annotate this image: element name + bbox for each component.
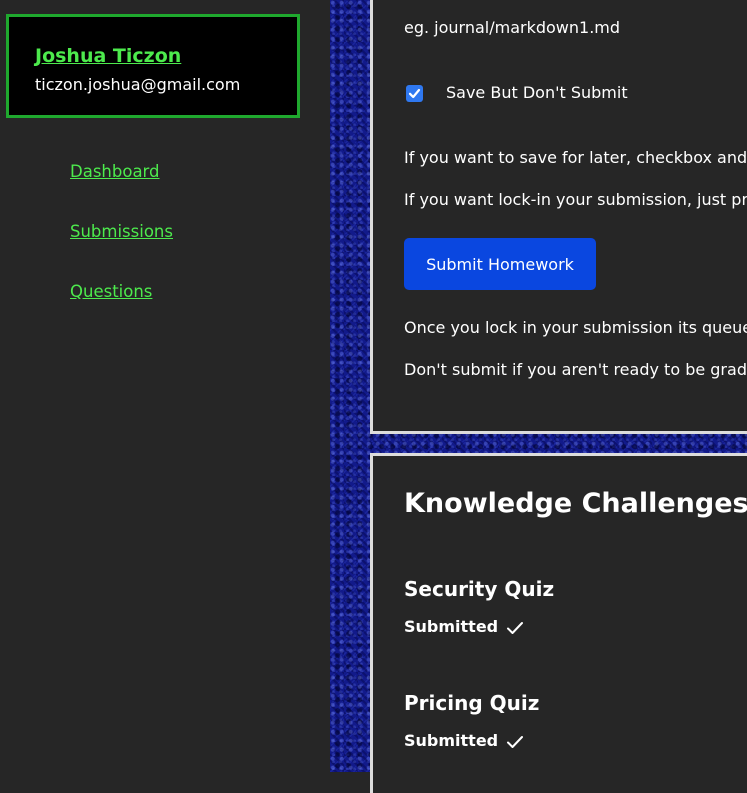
user-card: Joshua Ticzon ticzon.joshua@gmail.com	[6, 14, 300, 118]
info-queue-text: Once you lock in your submission its que…	[404, 318, 747, 337]
quiz-status-label: Submitted	[404, 617, 499, 636]
nav-item-submissions[interactable]: Submissions	[70, 222, 173, 241]
info-lock-text: If you want lock-in your submission, jus…	[404, 190, 747, 209]
submit-homework-button[interactable]: Submit Homework	[404, 238, 596, 290]
save-checkbox-label[interactable]: Save But Don't Submit	[446, 83, 628, 102]
nav-item-dashboard[interactable]: Dashboard	[70, 162, 160, 181]
save-checkbox[interactable]	[406, 85, 423, 102]
nav-item-questions[interactable]: Questions	[70, 282, 152, 301]
quiz-title-security: Security Quiz	[404, 577, 555, 601]
checkmark-icon	[408, 88, 421, 99]
sidebar: Joshua Ticzon ticzon.joshua@gmail.com Da…	[0, 0, 330, 772]
path-example-text: eg. journal/markdown1.md	[404, 18, 621, 37]
user-email: ticzon.joshua@gmail.com	[35, 75, 241, 94]
info-ready-text: Don't submit if you aren't ready to be g…	[404, 360, 747, 379]
info-save-text: If you want to save for later, checkbox …	[404, 148, 747, 167]
quiz-status-label: Submitted	[404, 731, 499, 750]
quiz-title-pricing: Pricing Quiz	[404, 691, 540, 715]
knowledge-heading: Knowledge Challenges	[404, 488, 747, 519]
user-name-link[interactable]: Joshua Ticzon	[35, 45, 181, 67]
quiz-status-pricing: Submitted	[404, 731, 524, 750]
check-icon	[507, 621, 524, 634]
quiz-status-security: Submitted	[404, 617, 524, 636]
check-icon	[507, 735, 524, 748]
